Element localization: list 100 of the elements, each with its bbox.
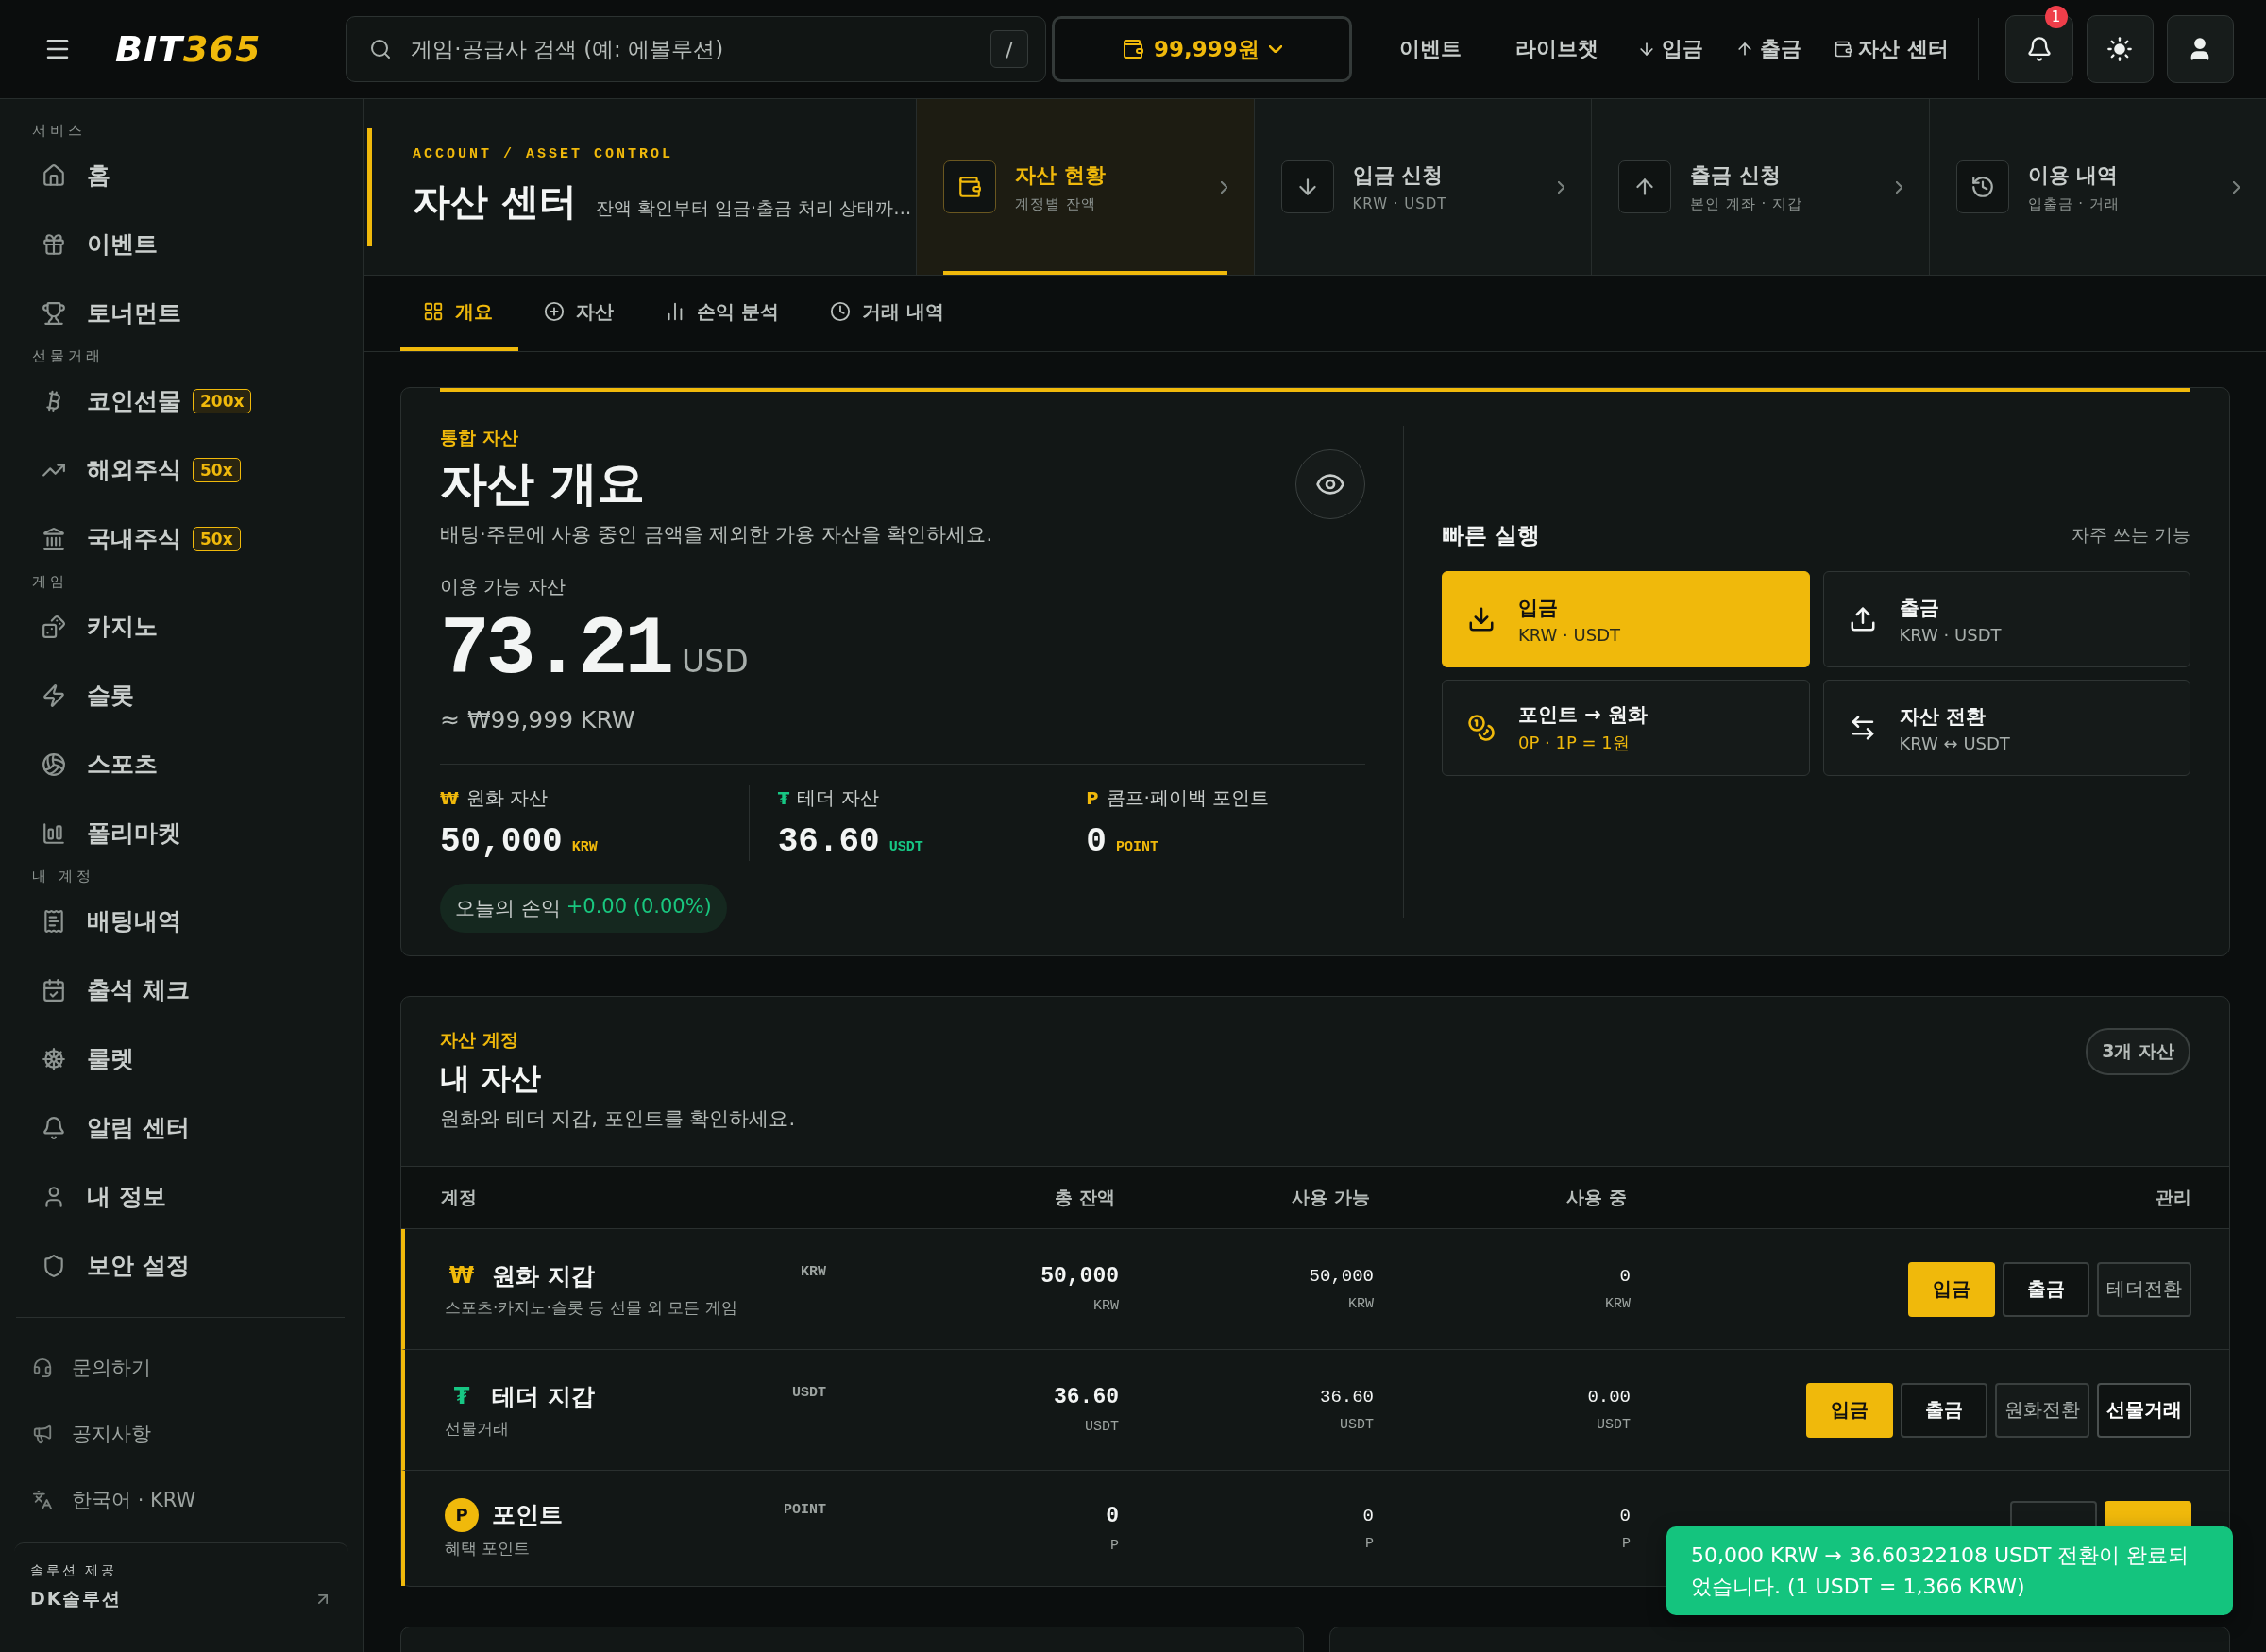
unit-label: P	[1110, 1537, 1119, 1554]
action-title: 자산 전환	[1899, 703, 1987, 730]
sidebar-item-label: 출석 체크	[87, 975, 190, 1005]
section-title: 자산 개요	[440, 455, 646, 513]
page-title: 자산 센터	[413, 178, 577, 225]
total-balance: 50,000	[1040, 1264, 1119, 1289]
column-header: 총 잔액	[1054, 1185, 1115, 1209]
currency-symbol: ₩	[448, 1262, 476, 1289]
shortcut-subtitle: KRW · USDT	[1352, 195, 1448, 212]
quick-actions-title: 빠른 실행	[1442, 521, 1541, 550]
account-name: 원화 지갑	[492, 1260, 595, 1291]
sidebar-item-label: 배팅내역	[87, 906, 181, 936]
action-title: 포인트 → 원화	[1518, 702, 1649, 728]
unit-label: USDT	[1085, 1419, 1119, 1435]
point-coin-icon: P	[445, 1497, 479, 1532]
available-balance: 0	[1362, 1505, 1374, 1526]
stat-label: 원화 자산	[465, 785, 549, 811]
used-balance: 0.00	[1587, 1387, 1631, 1408]
unit-label: P	[1622, 1535, 1631, 1552]
total-balance: 36.60	[1054, 1385, 1119, 1409]
available-balance: 50,000	[1309, 1266, 1374, 1287]
sidebar-item-label: 이벤트	[87, 229, 158, 260]
account-description: 스포츠·카지노·슬롯 등 선물 외 모든 게임	[445, 1296, 737, 1319]
unit-label: KRW	[1348, 1296, 1374, 1312]
success-toast: 50,000 KRW → 36.60322108 USDT 전환이 완료되었습니다. (1 USDT = 1,366 KRW)	[1666, 1526, 2233, 1615]
currency-symbol: ₩	[440, 788, 459, 808]
pnl-value: +0.00 (0.00%)	[566, 895, 712, 919]
sidebar-item-label: 알림 센터	[87, 1113, 190, 1143]
sidebar-item-label: 해외주식	[87, 455, 181, 485]
section-eyebrow: 통합 자산	[440, 426, 518, 449]
shortcut-subtitle: 입출금 · 거래	[2027, 194, 2121, 213]
quick-actions-hint: 자주 쓰는 기능	[2071, 523, 2190, 547]
section-title: 내 자산	[440, 1059, 543, 1098]
available-amount: 73.21	[440, 603, 671, 697]
sidebar-item-label: 룰렛	[87, 1044, 134, 1074]
unit-label: KRW	[1605, 1296, 1631, 1312]
action-title: 입금	[1518, 595, 1559, 621]
stat-unit: POINT	[1115, 839, 1158, 855]
action-subtitle: KRW · USDT	[1899, 624, 2002, 645]
used-balance: 0	[1619, 1266, 1631, 1287]
stat-unit: USDT	[888, 839, 923, 855]
available-balance: 36.60	[1320, 1387, 1374, 1408]
notification-count: 1	[2044, 6, 2068, 28]
leverage-tag: 50x	[193, 457, 241, 482]
action-subtitle: KRW ↔ USDT	[1899, 733, 2010, 753]
account-description: 혜택 포인트	[445, 1537, 532, 1559]
sidebar-item-label: 내 정보	[87, 1182, 166, 1212]
sidebar-item-label: 스포츠	[87, 750, 158, 780]
currency-code: USDT	[792, 1384, 826, 1401]
amount-unit: USD	[682, 643, 749, 680]
stat-label: 테더 자산	[797, 785, 879, 811]
currency-symbol: ₮	[777, 788, 790, 808]
currency-symbol: ₮	[452, 1383, 471, 1409]
shortcut-key: /	[989, 30, 1028, 68]
column-header: 계정	[441, 1185, 478, 1209]
shortcut-title: 입금 신청	[1352, 162, 1445, 189]
stat-value: 0	[1086, 822, 1107, 861]
krw-equivalent: ≈ ₩99,999 KRW	[440, 706, 635, 733]
unit-label: USDT	[1597, 1417, 1631, 1433]
stat-label: 콤프·페이백 포인트	[1106, 785, 1270, 811]
stat-value: 50,000	[440, 822, 563, 861]
leverage-tag: 50x	[193, 526, 241, 551]
sidebar-item-label: 슬롯	[87, 681, 134, 711]
footer-label: 솔루션 제공	[30, 1562, 119, 1579]
sidebar-item-label: 코인선물	[87, 386, 181, 416]
column-header: 사용 가능	[1291, 1185, 1370, 1209]
shortcut-title: 이용 내역	[2027, 161, 2120, 189]
pnl-label: 오늘의 손익	[455, 896, 561, 921]
account-name: 테더 지갑	[492, 1381, 595, 1412]
sidebar-item-label: 토너먼트	[87, 298, 181, 329]
action-subtitle: KRW · USDT	[1518, 624, 1620, 645]
section-eyebrow: 자산 계정	[440, 1028, 519, 1052]
sidebar-item-label: 폴리마켓	[87, 818, 181, 849]
used-balance: 0	[1619, 1505, 1631, 1526]
account-name: 포인트	[492, 1500, 563, 1530]
total-balance: 0	[1106, 1503, 1119, 1528]
unit-label: KRW	[1093, 1298, 1119, 1314]
shortcut-subtitle: 본인 계좌 · 지갑	[1690, 194, 1804, 213]
action-title: 출금	[1899, 595, 1940, 621]
currency-symbol: P	[1086, 788, 1099, 808]
sidebar-item-label: 국내주식	[87, 524, 181, 554]
section-description: 원화와 테더 지갑, 포인트를 확인하세요.	[440, 1106, 796, 1132]
leverage-tag: 200x	[193, 388, 252, 413]
column-header: 사용 중	[1565, 1185, 1627, 1209]
breadcrumb: ACCOUNT / ASSET CONTROL	[413, 146, 675, 162]
section-label: 서비스	[31, 122, 87, 141]
sidebar-item-label: 카지노	[87, 612, 158, 642]
section-label: 내 계정	[31, 868, 95, 886]
currency-code: POINT	[784, 1501, 826, 1518]
section-label: 선물거래	[31, 347, 105, 366]
available-label: 이용 가능 자산	[440, 574, 566, 599]
column-header: 관리	[2155, 1185, 2191, 1209]
sidebar-item-label: 홈	[87, 160, 110, 191]
page-subtitle: 잔액 확인부터 입금·출금 처리 상태까…	[595, 196, 912, 220]
shortcut-subtitle: 계정별 잔액	[1015, 194, 1097, 213]
section-label: 게임	[31, 573, 69, 592]
currency-code: KRW	[801, 1263, 826, 1280]
unit-label: USDT	[1340, 1417, 1374, 1433]
sidebar-item-label: 보안 설정	[87, 1251, 190, 1281]
section-description: 배팅·주문에 사용 중인 금액을 제외한 가용 자산을 확인하세요.	[440, 522, 993, 548]
